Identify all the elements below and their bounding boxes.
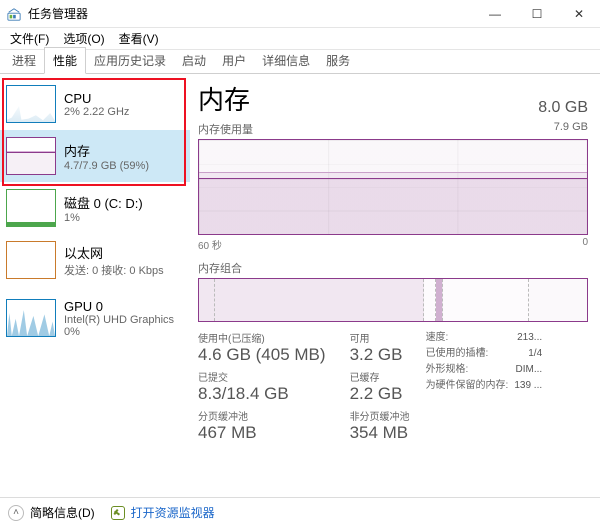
memory-thumbnail-icon bbox=[6, 137, 56, 175]
memory-composition-chart bbox=[198, 278, 588, 322]
sidebar-item-sub: 2% 2.22 GHz bbox=[64, 106, 129, 118]
sidebar-item-label: GPU 0 bbox=[64, 299, 174, 314]
sidebar-item-label: 磁盘 0 (C: D:) bbox=[64, 193, 143, 212]
resource-monitor-icon bbox=[111, 506, 125, 520]
stat-cached: 已缓存 2.2 GB bbox=[350, 369, 410, 404]
cpu-thumbnail-icon bbox=[6, 85, 56, 123]
sidebar-item-ethernet[interactable]: 以太网 发送: 0 接收: 0 Kbps bbox=[0, 234, 190, 286]
tab-services[interactable]: 服务 bbox=[318, 48, 358, 73]
window-controls: — ☐ ✕ bbox=[474, 0, 600, 27]
sidebar-item-gpu[interactable]: GPU 0 Intel(R) UHD Graphics 0% bbox=[0, 286, 190, 350]
sidebar-item-sub: 发送: 0 接收: 0 Kbps bbox=[64, 262, 164, 278]
chart-label: 内存使用量 bbox=[198, 121, 253, 137]
detail-capacity: 8.0 GB bbox=[538, 99, 588, 117]
tab-startup[interactable]: 启动 bbox=[174, 48, 214, 73]
sidebar-item-label: 以太网 bbox=[64, 243, 164, 262]
ethernet-thumbnail-icon bbox=[6, 241, 56, 279]
minimize-button[interactable]: — bbox=[474, 0, 516, 27]
stat-committed: 已提交 8.3/18.4 GB bbox=[198, 369, 326, 404]
stat-available: 可用 3.2 GB bbox=[350, 330, 410, 365]
stat-in-use: 使用中(已压缩) 4.6 GB (405 MB) bbox=[198, 330, 326, 365]
stats: 使用中(已压缩) 4.6 GB (405 MB) 可用 3.2 GB 已提交 8… bbox=[198, 330, 588, 443]
maximize-button[interactable]: ☐ bbox=[516, 0, 558, 27]
brief-info-button[interactable]: 简略信息(D) bbox=[30, 504, 95, 521]
sidebar-item-label: 内存 bbox=[64, 141, 149, 160]
chevron-up-icon[interactable]: ˄ bbox=[8, 505, 24, 521]
sidebar-item-cpu[interactable]: CPU 2% 2.22 GHz bbox=[0, 78, 190, 130]
sidebar-item-sub: Intel(R) UHD Graphics 0% bbox=[64, 314, 174, 338]
tab-app-history[interactable]: 应用历史记录 bbox=[86, 48, 174, 73]
stats-right: 速度:213... 已使用的插槽:1/4 外形规格:DIM... 为硬件保留的内… bbox=[426, 330, 543, 443]
detail-pane: 内存 8.0 GB 内存使用量 7.9 GB 60 秒 0 内存组合 bbox=[190, 74, 600, 497]
gpu-thumbnail-icon bbox=[6, 299, 56, 337]
stat-paged-pool: 分页缓冲池 467 MB bbox=[198, 408, 326, 443]
composition-label: 内存组合 bbox=[198, 260, 588, 276]
menu-file[interactable]: 文件(F) bbox=[6, 28, 53, 49]
sidebar-item-memory[interactable]: 内存 4.7/7.9 GB (59%) bbox=[0, 130, 190, 182]
stat-nonpaged-pool: 非分页缓冲池 354 MB bbox=[350, 408, 410, 443]
footer: ˄ 简略信息(D) 打开资源监视器 bbox=[0, 497, 600, 527]
app-icon bbox=[6, 6, 22, 22]
titlebar: 任务管理器 — ☐ ✕ bbox=[0, 0, 600, 28]
tab-performance[interactable]: 性能 bbox=[44, 47, 86, 74]
menubar: 文件(F) 选项(O) 查看(V) bbox=[0, 28, 600, 50]
tab-processes[interactable]: 进程 bbox=[4, 48, 44, 73]
chart-max: 7.9 GB bbox=[554, 121, 588, 137]
x-axis-left: 60 秒 bbox=[198, 237, 222, 252]
menu-view[interactable]: 查看(V) bbox=[115, 28, 163, 49]
tabs: 进程 性能 应用历史记录 启动 用户 详细信息 服务 bbox=[0, 50, 600, 74]
disk-thumbnail-icon bbox=[6, 189, 56, 227]
menu-options[interactable]: 选项(O) bbox=[59, 28, 108, 49]
sidebar-item-sub: 4.7/7.9 GB (59%) bbox=[64, 160, 149, 172]
sidebar-item-disk[interactable]: 磁盘 0 (C: D:) 1% bbox=[0, 182, 190, 234]
tab-users[interactable]: 用户 bbox=[214, 48, 254, 73]
open-resource-monitor-link[interactable]: 打开资源监视器 bbox=[131, 504, 215, 521]
memory-usage-chart bbox=[198, 139, 588, 235]
sidebar-item-label: CPU bbox=[64, 91, 129, 106]
detail-title: 内存 bbox=[198, 80, 250, 117]
sidebar: CPU 2% 2.22 GHz 内存 4.7/7.9 GB (59%) 磁盘 0… bbox=[0, 74, 190, 497]
content: CPU 2% 2.22 GHz 内存 4.7/7.9 GB (59%) 磁盘 0… bbox=[0, 74, 600, 497]
window-title: 任务管理器 bbox=[28, 5, 474, 22]
close-button[interactable]: ✕ bbox=[558, 0, 600, 27]
tab-details[interactable]: 详细信息 bbox=[254, 48, 318, 73]
x-axis-right: 0 bbox=[582, 237, 588, 252]
sidebar-item-sub: 1% bbox=[64, 212, 143, 224]
